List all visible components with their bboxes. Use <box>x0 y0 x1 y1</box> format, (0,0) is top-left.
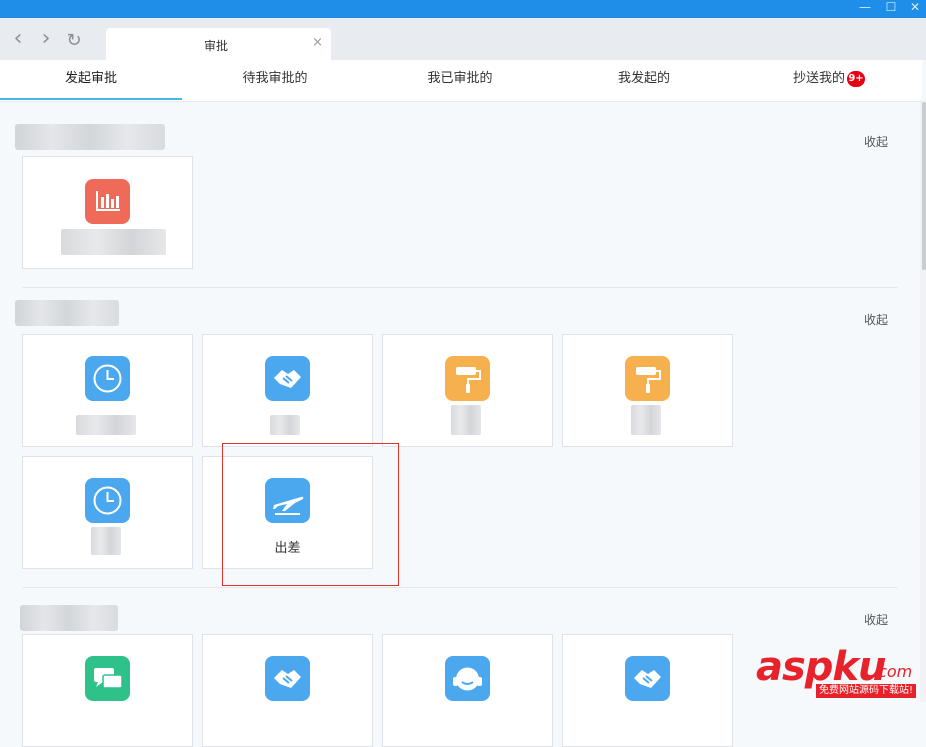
paint-roller-icon <box>625 356 670 401</box>
card-label-blurred <box>76 415 136 435</box>
handshake-icon <box>265 356 310 401</box>
handshake-icon <box>625 656 670 701</box>
card-label-blurred <box>270 415 300 435</box>
approval-card[interactable] <box>202 334 373 447</box>
section-title-blurred <box>20 605 118 631</box>
approval-subnav: 发起审批 待我审批的 我已审批的 我发起的 抄送我的 9+ <box>0 60 922 102</box>
notification-badge: 9+ <box>847 71 865 87</box>
subtab-approved[interactable]: 我已审批的 <box>368 60 552 101</box>
approval-card[interactable] <box>562 334 733 447</box>
collapse-button[interactable]: 收起 <box>864 611 888 628</box>
card-label-blurred <box>61 229 166 255</box>
card-label-blurred <box>451 405 481 435</box>
active-tab-indicator <box>0 98 182 100</box>
subtab-cc-label: 抄送我的 <box>792 71 845 86</box>
approval-card[interactable] <box>22 456 193 569</box>
close-icon[interactable]: ✕ <box>904 0 926 18</box>
approval-card[interactable] <box>562 634 733 747</box>
chat-icon <box>85 656 130 701</box>
subtab-pending[interactable]: 待我审批的 <box>182 60 368 101</box>
approval-card[interactable] <box>22 334 193 447</box>
highlight-annotation <box>222 443 399 586</box>
collapse-button[interactable]: 收起 <box>864 133 888 150</box>
collapse-button[interactable]: 收起 <box>864 311 888 328</box>
bar-chart-icon <box>85 179 130 224</box>
headset-icon <box>445 656 490 701</box>
tab-title: 审批 <box>203 39 228 53</box>
back-icon[interactable]: ‹ <box>6 28 30 52</box>
section-title-blurred <box>15 124 165 150</box>
maximize-icon[interactable]: ☐ <box>880 0 902 18</box>
scrollbar-thumb[interactable] <box>922 102 926 270</box>
site-watermark: aspku .com 免费网站源码下载站! <box>756 644 926 702</box>
approval-card[interactable] <box>202 634 373 747</box>
section-divider <box>22 587 898 588</box>
subtab-initiate[interactable]: 发起审批 <box>0 60 182 101</box>
card-label-blurred <box>631 405 661 435</box>
watermark-suffix: .com <box>873 662 913 681</box>
approval-card[interactable] <box>382 634 553 747</box>
watermark-subtitle: 免费网站源码下载站! <box>816 684 917 698</box>
section-title-blurred <box>15 300 119 326</box>
approval-card[interactable] <box>382 334 553 447</box>
clock-icon <box>85 356 130 401</box>
tab-approval[interactable]: 审批 × <box>106 28 331 60</box>
forward-icon[interactable]: › <box>34 28 58 52</box>
reload-icon[interactable]: ↻ <box>62 30 86 54</box>
approval-card[interactable] <box>22 634 193 747</box>
card-label-blurred <box>91 527 121 555</box>
approval-card[interactable] <box>22 156 193 269</box>
subtab-initiated-by-me[interactable]: 我发起的 <box>552 60 736 101</box>
minimize-icon[interactable]: — <box>854 0 876 18</box>
handshake-icon <box>265 656 310 701</box>
subtab-cc-me[interactable]: 抄送我的 9+ <box>736 60 922 101</box>
tab-close-icon[interactable]: × <box>312 35 323 50</box>
paint-roller-icon <box>445 356 490 401</box>
window-titlebar: — ☐ ✕ <box>0 0 926 18</box>
section-divider <box>22 287 898 288</box>
clock-icon <box>85 478 130 523</box>
